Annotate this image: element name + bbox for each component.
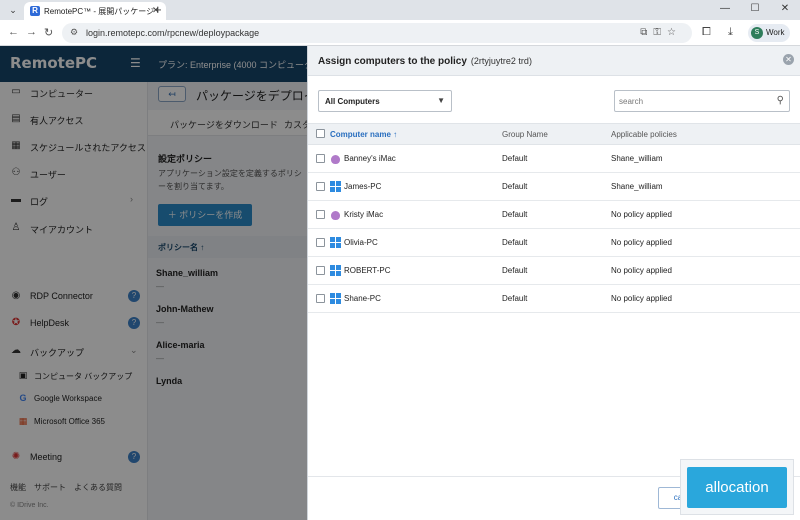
modal-subtitle: (2rtyjuytre2 trd) bbox=[470, 56, 532, 66]
back-icon[interactable]: ← bbox=[8, 26, 19, 38]
close-icon[interactable]: ✕ bbox=[783, 54, 794, 65]
search-icon[interactable]: ⚲ bbox=[777, 95, 784, 106]
modal-backdrop[interactable] bbox=[0, 46, 307, 520]
allocation-button[interactable]: allocation bbox=[687, 467, 787, 508]
modal-title-text: Assign computers to the policy bbox=[318, 56, 467, 67]
caret-down-icon: ▼ bbox=[437, 96, 445, 105]
computer-name: Olivia-PC bbox=[344, 238, 378, 247]
applicable-policy: No policy applied bbox=[611, 210, 672, 219]
site-info-icon[interactable]: ⚙ bbox=[70, 27, 78, 38]
row-checkbox[interactable] bbox=[316, 294, 325, 303]
table-row[interactable]: Banney's iMac Default Shane_william bbox=[308, 145, 800, 173]
group-name: Default bbox=[502, 210, 528, 219]
search-input[interactable] bbox=[619, 94, 769, 108]
applicable-policy: No policy applied bbox=[611, 238, 672, 247]
apple-icon bbox=[330, 153, 341, 164]
omnibox-actions-icon[interactable]: ⧉⚿☆ bbox=[640, 27, 682, 38]
table-row[interactable]: James-PC Default Shane_william bbox=[308, 173, 800, 201]
download-icon[interactable]: ⤓ bbox=[728, 26, 733, 39]
group-name: Default bbox=[502, 182, 528, 191]
group-name: Default bbox=[502, 266, 528, 275]
row-checkbox[interactable] bbox=[316, 238, 325, 247]
computer-name: Banney's iMac bbox=[344, 154, 396, 163]
tab-title: RemotePC™ - 展開パッケージ bbox=[44, 7, 155, 16]
assign-computers-modal: Assign computers to the policy (2rtyjuytr… bbox=[307, 46, 800, 520]
avatar: S bbox=[751, 27, 763, 39]
column-applicable-policies[interactable]: Applicable policies bbox=[611, 130, 677, 139]
table-header: Computer name ↑ Group Name Applicable po… bbox=[308, 123, 800, 145]
browser-toolbar: ← → ↻ ⚙ login.remotepc.com/rpcnew/deploy… bbox=[0, 20, 800, 46]
row-checkbox[interactable] bbox=[316, 182, 325, 191]
table-row[interactable]: Kristy iMac Default No policy applied bbox=[308, 201, 800, 229]
computer-name: Kristy iMac bbox=[344, 210, 384, 219]
computer-name: James-PC bbox=[344, 182, 382, 191]
forward-icon[interactable]: → bbox=[26, 26, 37, 38]
table-row[interactable]: ROBERT-PC Default No policy applied bbox=[308, 257, 800, 285]
group-name: Default bbox=[502, 154, 528, 163]
applicable-policy: No policy applied bbox=[611, 266, 672, 275]
column-computer-name[interactable]: Computer name ↑ bbox=[330, 130, 397, 139]
table-row[interactable]: Shane-PC Default No policy applied bbox=[308, 285, 800, 313]
allocation-panel: allocation bbox=[680, 459, 794, 515]
app-area: RemotePC ☰ ▭ コンピューター ▤ 有人アクセス ▦ スケジュールされ… bbox=[0, 46, 800, 520]
row-checkbox[interactable] bbox=[316, 210, 325, 219]
modal-title: Assign computers to the policy (2rtyjuytr… bbox=[318, 56, 532, 67]
reload-icon[interactable]: ↻ bbox=[44, 26, 53, 39]
computer-name: ROBERT-PC bbox=[344, 266, 391, 275]
close-window-icon[interactable]: ✕ bbox=[770, 0, 800, 20]
windows-icon bbox=[330, 237, 341, 248]
applicable-policy: Shane_william bbox=[611, 154, 663, 163]
windows-icon bbox=[330, 265, 341, 276]
applicable-policy: No policy applied bbox=[611, 294, 672, 303]
group-name: Default bbox=[502, 238, 528, 247]
select-all-checkbox[interactable] bbox=[316, 129, 325, 138]
row-checkbox[interactable] bbox=[316, 154, 325, 163]
maximize-icon[interactable]: ☐ bbox=[740, 0, 770, 20]
group-name: Default bbox=[502, 294, 528, 303]
search-box: ⚲ bbox=[614, 90, 790, 112]
extensions-icon[interactable]: ⧠ bbox=[702, 26, 711, 39]
minimize-icon[interactable]: — bbox=[710, 0, 740, 20]
table-row[interactable]: Olivia-PC Default No policy applied bbox=[308, 229, 800, 257]
profile-label: Work bbox=[766, 28, 785, 37]
browser-tabbar: ⌄ R RemotePC™ - 展開パッケージ ✕ + — ☐ ✕ bbox=[0, 0, 800, 20]
apple-icon bbox=[330, 209, 341, 220]
computer-name: Shane-PC bbox=[344, 294, 381, 303]
url-text: login.remotepc.com/rpcnew/deploypackage bbox=[86, 28, 260, 38]
filter-value: All Computers bbox=[325, 97, 380, 106]
row-checkbox[interactable] bbox=[316, 266, 325, 275]
browser-tab[interactable]: R RemotePC™ - 展開パッケージ ✕ bbox=[24, 2, 166, 20]
address-bar[interactable]: ⚙ login.remotepc.com/rpcnew/deploypackag… bbox=[62, 23, 692, 43]
tab-list-icon[interactable]: ⌄ bbox=[6, 3, 20, 17]
windows-icon bbox=[330, 293, 341, 304]
applicable-policy: Shane_william bbox=[611, 182, 663, 191]
modal-header: Assign computers to the policy (2rtyjuytr… bbox=[308, 46, 800, 76]
window-controls: — ☐ ✕ bbox=[710, 0, 800, 20]
profile-button[interactable]: S Work bbox=[748, 24, 790, 42]
computer-filter-select[interactable]: All Computers ▼ bbox=[318, 90, 452, 112]
favicon-icon: R bbox=[30, 6, 40, 16]
column-group-name[interactable]: Group Name bbox=[502, 130, 548, 139]
windows-icon bbox=[330, 181, 341, 192]
new-tab-icon[interactable]: + bbox=[154, 2, 162, 17]
